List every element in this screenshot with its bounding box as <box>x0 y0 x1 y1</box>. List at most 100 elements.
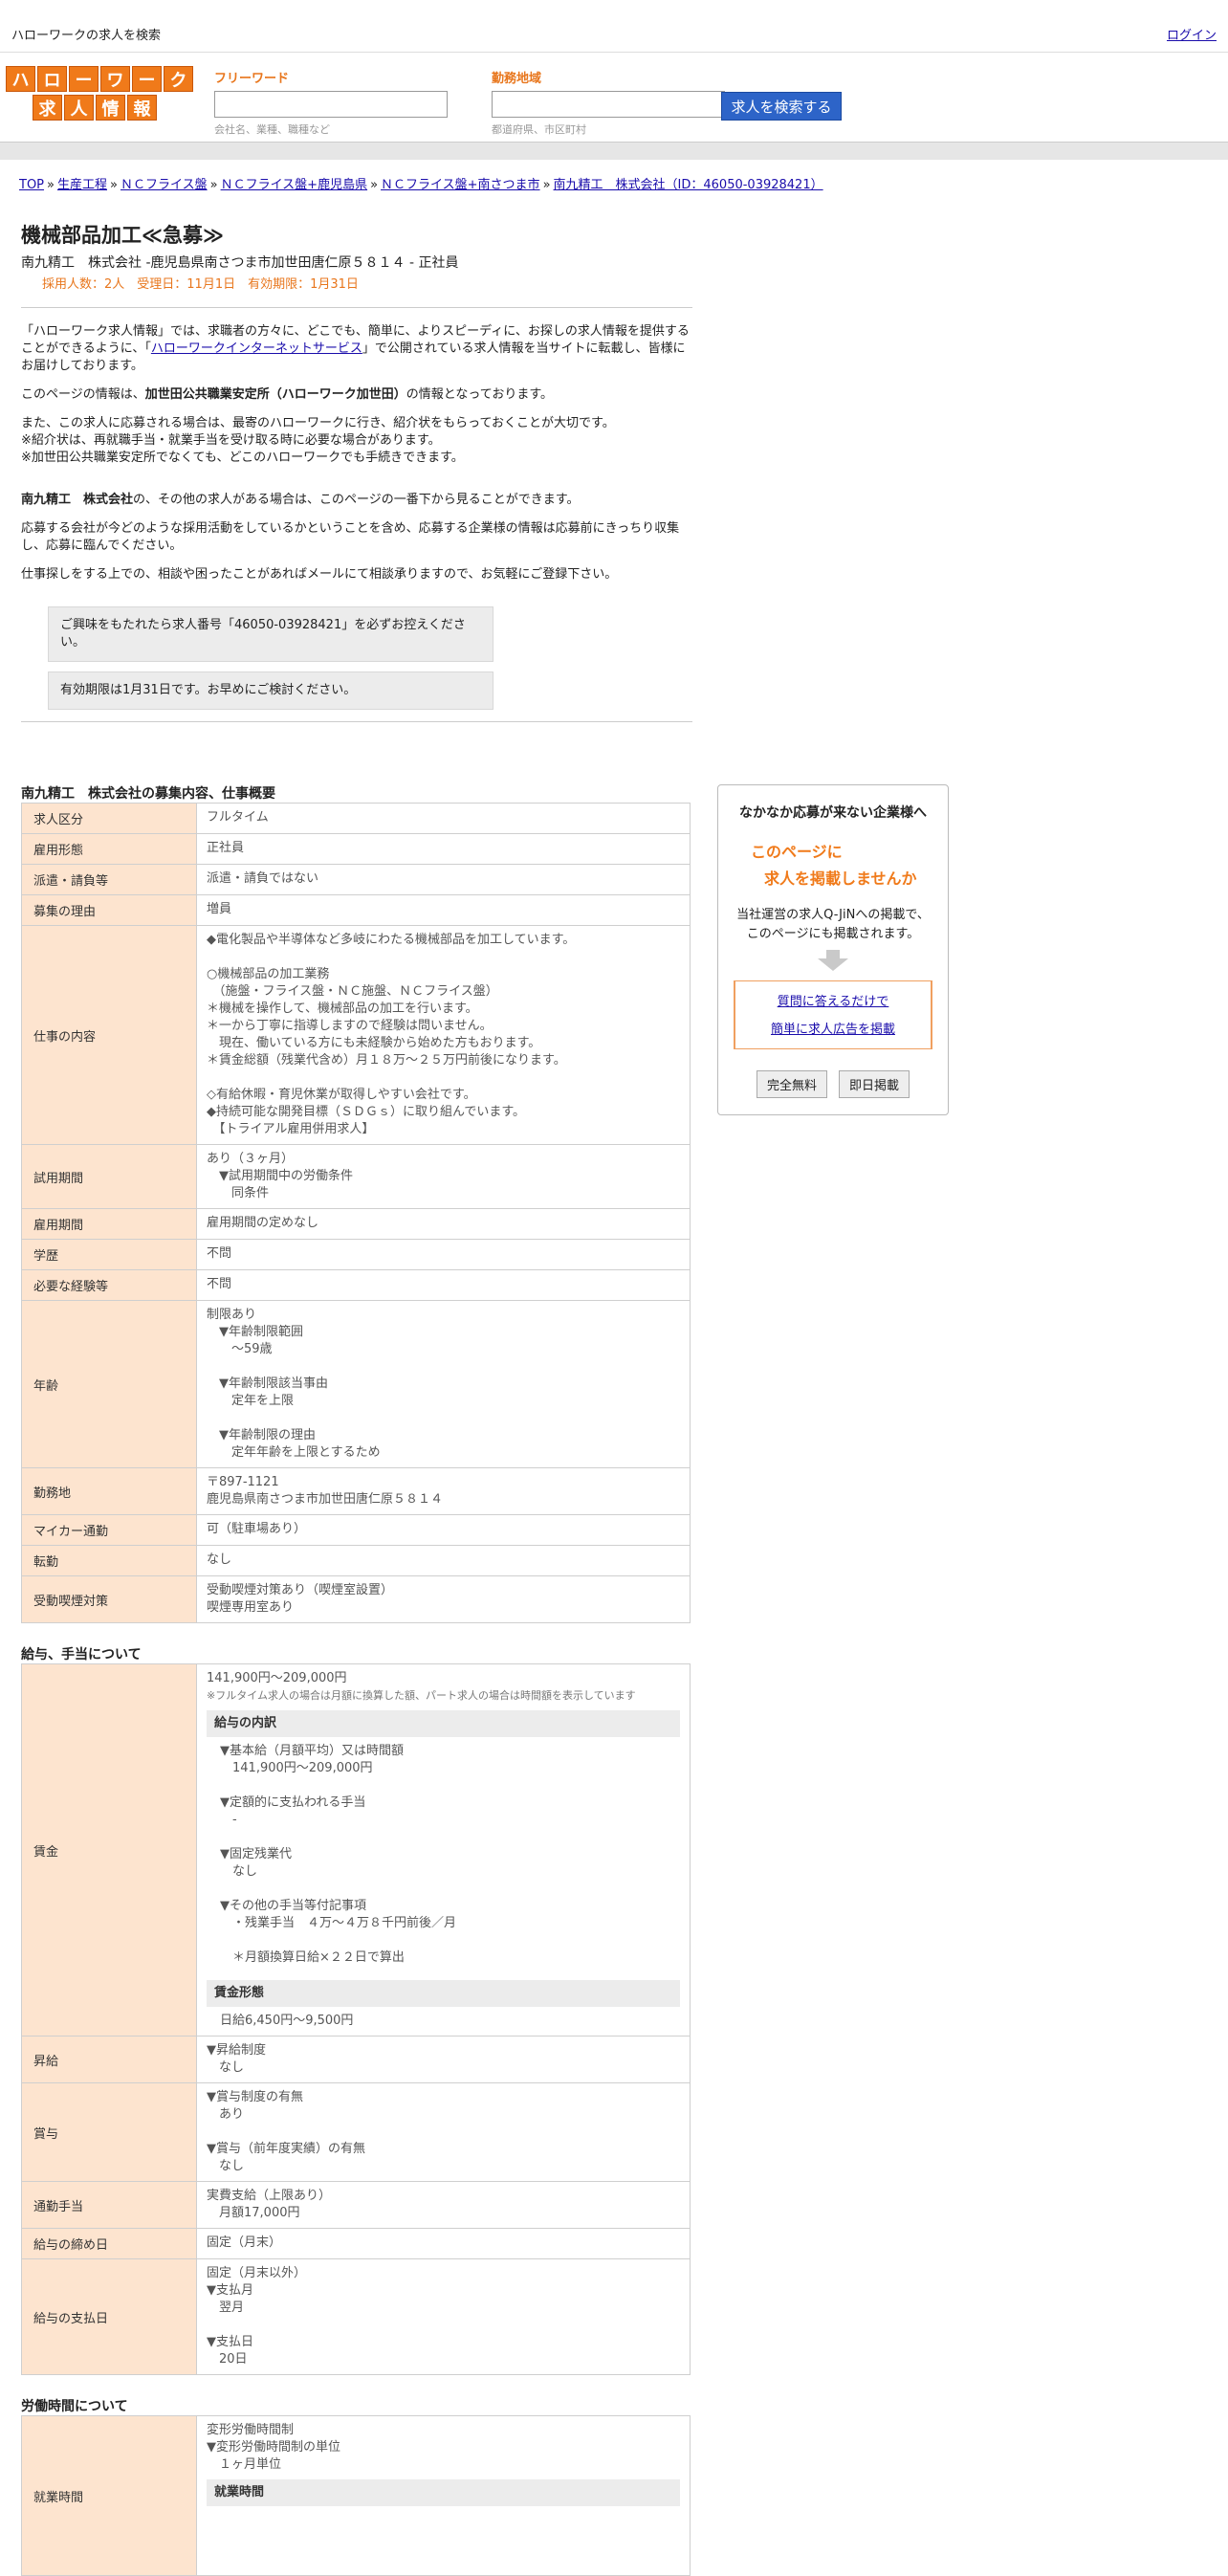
value-line: ▼試用期間中の労働条件 <box>207 1169 353 1183</box>
value-line: ▼支払日 <box>207 2335 253 2349</box>
worktime-table: 就業時間 変形労働時間制 ▼変形労働時間制の単位 １ヶ月単位 就業時間 <box>21 2415 691 2576</box>
value-line: 雇用期間の定めなし <box>207 1216 319 1230</box>
intro: 「ハローワーク求人情報」では、求職者の方々に、どこでも、簡単に、よりスピーディに… <box>21 323 692 710</box>
table-row: 給与の締め日 固定（月末） <box>21 2228 691 2259</box>
row-value: ◆電化製品や半導体など多岐にわたる機械部品を加工しています。 ○機械部品の加工業務… <box>196 925 691 1145</box>
value-line: なし <box>207 2060 245 2075</box>
row-key: 学歴 <box>21 1239 197 1270</box>
value-line: ▼年齢制限範囲 <box>207 1325 303 1339</box>
value-line: あり（３ヶ月） <box>207 1152 295 1166</box>
logo-char: ー <box>132 66 162 92</box>
table-row: 必要な経験等 不問 <box>21 1269 691 1301</box>
breadcrumb-link[interactable]: TOP <box>19 178 44 192</box>
breadcrumb: TOP» 生産工程» ＮＣフライス盤» ＮＣフライス盤+鹿児島県» ＮＣフライス盤+南さ… <box>19 174 823 192</box>
value-line: ▼基本給（月額平均）又は時間額 <box>220 1744 404 1758</box>
breadcrumb-link[interactable]: ＮＣフライス盤 <box>121 178 208 192</box>
site-title: ハローワークの求人を検索 <box>11 29 162 43</box>
logo-char: ハ <box>6 66 35 92</box>
breadcrumb-link[interactable]: 生産工程 <box>57 178 107 192</box>
value-line: ▼年齢制限該当事由 <box>207 1376 328 1391</box>
value-line: ＊賃金総額（残業代含め）月１８万～２５万円前後になります。 <box>207 1053 566 1068</box>
breadcrumb-sep: » <box>370 178 379 192</box>
same-day-button[interactable]: 即日掲載 <box>839 1070 910 1098</box>
value-line: １ヶ月単位 <box>207 2457 282 2472</box>
value-line: 鹿児島県南さつま市加世田唐仁原５８１４ <box>207 1492 444 1507</box>
hellowork-logo[interactable]: ハローワーク 求人情報 <box>6 66 193 123</box>
table-row: 年齢 制限あり ▼年齢制限範囲 〜59歳 ▼年齢制限該当事由 定年を上限 ▼年齢制… <box>21 1300 691 1468</box>
keyword-input[interactable] <box>214 91 448 118</box>
area-input[interactable] <box>492 91 725 118</box>
row-key: 給与の締め日 <box>21 2228 197 2259</box>
worktime-subhead: 就業時間 <box>207 2479 680 2506</box>
table-row: マイカー通勤 可（駐車場あり） <box>21 1514 691 1546</box>
row-key: 試用期間 <box>21 1144 197 1209</box>
table-row: 受動喫煙対策 受動喫煙対策あり（喫煙室設置） 喫煙専用室あり <box>21 1575 691 1623</box>
value-line: あり <box>207 2107 245 2122</box>
row-key: 年齢 <box>21 1300 197 1468</box>
logo-char: ロ <box>37 66 67 92</box>
row-value: 変形労働時間制 ▼変形労働時間制の単位 １ヶ月単位 就業時間 <box>196 2415 691 2576</box>
value-line: ◇有給休暇・育児休業が取得しやすい会社です。 <box>207 1088 476 1102</box>
value-line: （施盤・フライス盤・ＮＣ施盤、ＮＣフライス盤） <box>207 984 498 999</box>
ad-link-easy[interactable]: 簡単に求人広告を掲載 <box>735 1019 931 1037</box>
row-value: 派遣・請負ではない <box>196 864 691 895</box>
value-line: 増員 <box>207 902 232 916</box>
row-value: 固定（月末） <box>196 2228 691 2259</box>
row-key: マイカー通勤 <box>21 1514 197 1546</box>
wage-form-title: 賃金形態 <box>207 1980 680 2007</box>
intro-p5: 応募する会社が今どのような採用活動をしているかということを含め、応募する企業様の… <box>21 521 680 553</box>
ad-link-box: 質問に答えるだけで 簡単に求人広告を掲載 <box>734 980 932 1049</box>
row-key: 就業時間 <box>21 2415 197 2576</box>
row-key: 派遣・請負等 <box>21 864 197 895</box>
free-button[interactable]: 完全無料 <box>756 1070 827 1098</box>
value-line: 受動喫煙対策あり（喫煙室設置） <box>207 1583 394 1597</box>
value-line: 制限あり <box>207 1308 257 1322</box>
value-line: ▼年齢制限の理由 <box>207 1428 316 1442</box>
value-line: ▼昇給制度 <box>207 2043 266 2058</box>
table-row: 勤務地 〒897-1121 鹿児島県南さつま市加世田唐仁原５８１４ <box>21 1467 691 1515</box>
logo-char: 報 <box>127 95 157 121</box>
table-row: 派遣・請負等 派遣・請負ではない <box>21 864 691 895</box>
value-line: ▼その他の手当等付記事項 <box>220 1899 366 1913</box>
hellowork-internet-link[interactable]: ハローワークインターネットサービス <box>151 341 362 356</box>
table-row: 賃金 141,900円〜209,000円 ※フルタイム求人の場合は月額に換算した… <box>21 1663 691 2037</box>
table-row: 学歴 不問 <box>21 1239 691 1270</box>
breadcrumb-link[interactable]: ＮＣフライス盤+南さつま市 <box>381 178 540 192</box>
row-value: 実費支給（上限あり） 月額17,000円 <box>196 2181 691 2229</box>
value-line: 現在、働いている方にも未経験から始めた方もおります。 <box>207 1036 541 1050</box>
value-line: フルタイム <box>207 810 269 825</box>
value-line: 141,900円〜209,000円 <box>220 1761 373 1775</box>
ad-link-question[interactable]: 質問に答えるだけで <box>735 991 931 1009</box>
area-label: 勤務地域 <box>492 72 542 86</box>
value-line: 【トライアル雇用併用求人】 <box>207 1122 375 1136</box>
wage-breakdown: ▼基本給（月額平均）又は時間額 141,900円〜209,000円 ▼定額的に支払… <box>207 1743 680 1967</box>
ad-buttons: 完全無料 即日掲載 <box>718 1070 948 1098</box>
intro-p4: 南九精工 株式会社の、その他の求人がある場合は、このページの一番下から見ることが… <box>21 493 580 507</box>
intro-p1: 「ハローワーク求人情報」では、求職者の方々に、どこでも、簡単に、よりスピーディに… <box>21 324 690 373</box>
search-button[interactable]: 求人を検索する <box>721 92 842 121</box>
divider <box>21 721 692 722</box>
table-row: 転勤 なし <box>21 1545 691 1576</box>
table-row: 雇用形態 正社員 <box>21 833 691 865</box>
divider-band <box>0 142 1228 160</box>
ad-heading: なかなか応募が来ない企業様へ <box>739 805 927 821</box>
overview-table: 求人区分 フルタイム 雇用形態 正社員 派遣・請負等 派遣・請負ではない 募集の理由 増員 仕事… <box>21 803 691 1623</box>
value-line: 20日 <box>207 2352 248 2367</box>
notice-deadline: 有効期限は1月31日です。お早めにご検討ください。 <box>48 672 493 710</box>
logo-char: ワ <box>100 66 130 92</box>
breadcrumb-link[interactable]: ＮＣフライス盤+鹿児島県 <box>221 178 368 192</box>
row-key: 転勤 <box>21 1545 197 1576</box>
table-row: 雇用期間 雇用期間の定めなし <box>21 1208 691 1240</box>
row-key: 給与の支払日 <box>21 2258 197 2375</box>
notice-job-number: ご興味をもたれたら求人番号「46050-03928421」を必ずお控えください。 <box>48 606 493 662</box>
intro-p6: 仕事探しをする上での、相談や困ったことがあればメールにて相談承りますので、お気軽… <box>21 567 618 582</box>
breadcrumb-link[interactable]: 南九精工 株式会社（ID：46050-03928421） <box>554 178 823 192</box>
divider <box>21 307 692 308</box>
login-link[interactable]: ログイン <box>1167 25 1217 43</box>
row-key: 昇給 <box>21 2036 197 2083</box>
